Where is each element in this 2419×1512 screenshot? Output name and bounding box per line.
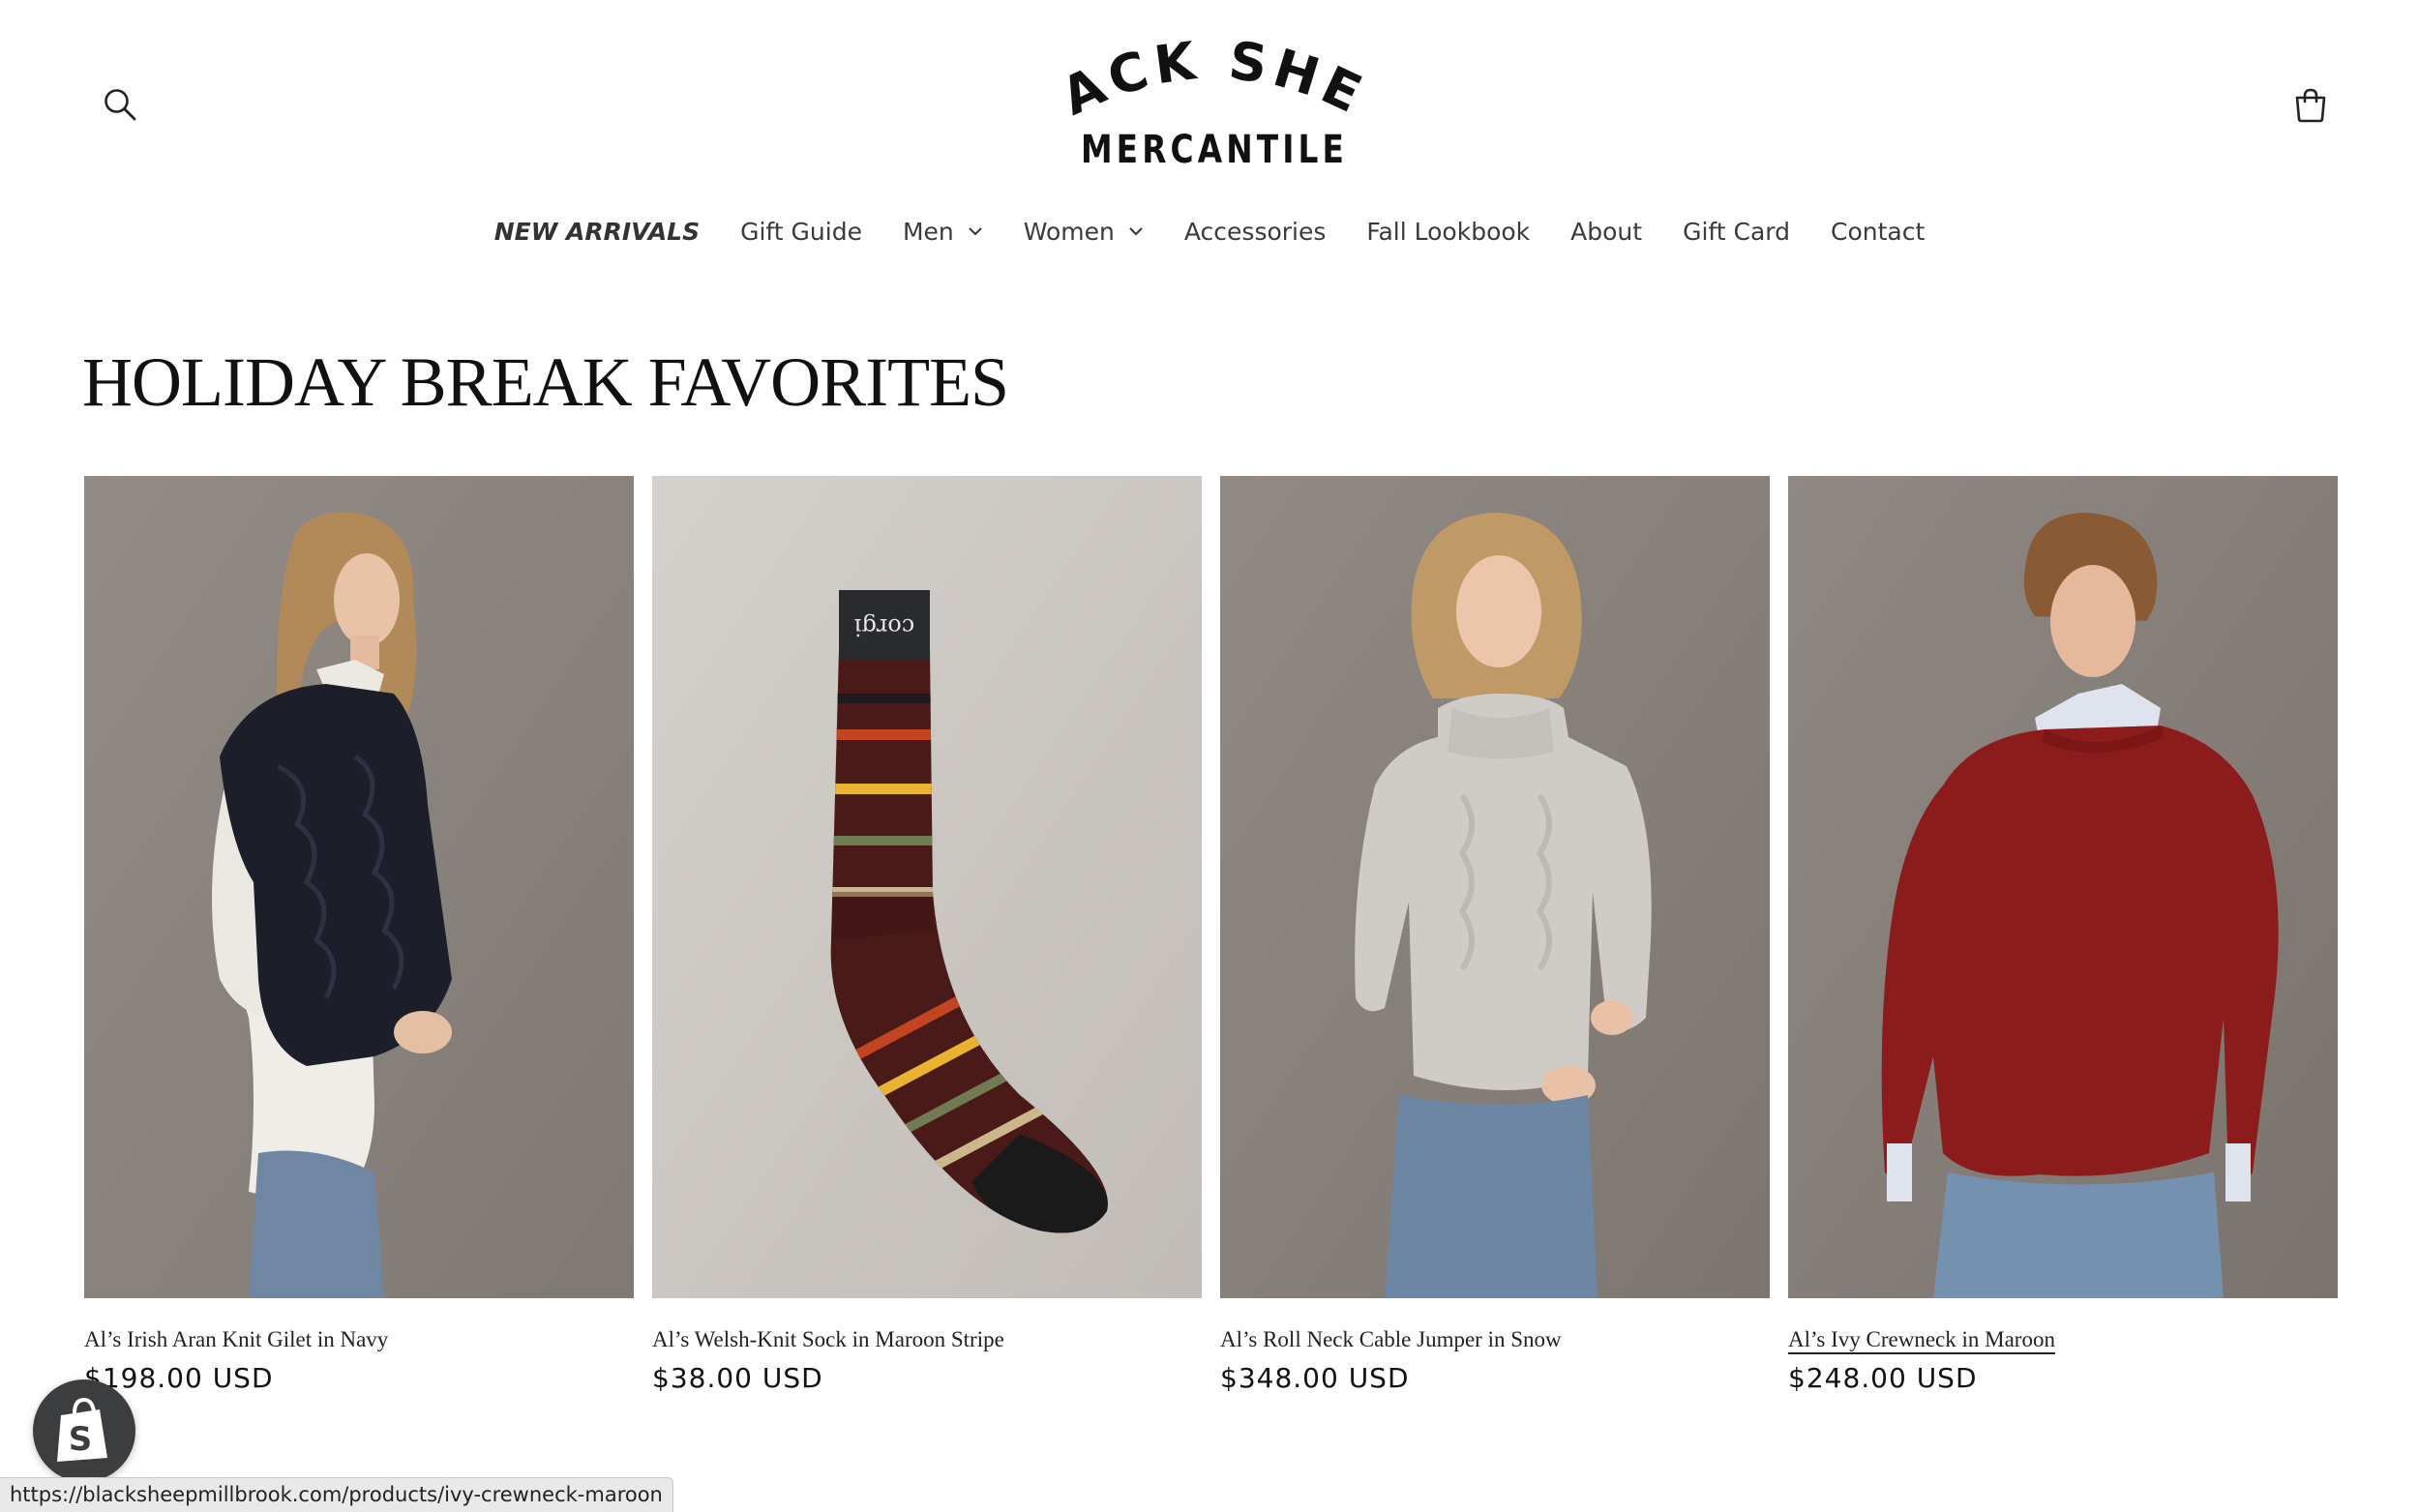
nav-label: Men: [902, 217, 954, 246]
search-button[interactable]: [99, 83, 141, 126]
product-price: $348.00 USD: [1220, 1362, 1410, 1394]
product-image-sock[interactable]: corgi: [652, 476, 1202, 1298]
cart-button[interactable]: [2288, 83, 2333, 128]
nav-label: Fall Lookbook: [1366, 217, 1531, 246]
main-nav: NEW ARRIVALS Gift Guide Men Women Access…: [0, 207, 2419, 255]
nav-label: About: [1570, 217, 1643, 246]
nav-item-fall-lookbook[interactable]: Fall Lookbook: [1366, 218, 1530, 246]
logo-line1: BLACK SHEEP: [1012, 0, 1369, 128]
product-price: $38.00 USD: [652, 1362, 823, 1394]
product-name[interactable]: Al’s Roll Neck Cable Jumper in Snow: [1220, 1327, 1562, 1352]
product-card[interactable]: Al’s Irish Aran Knit Gilet in Navy $198.…: [84, 476, 634, 1394]
product-card[interactable]: Al’s Ivy Crewneck in Maroon $248.00 USD: [1788, 476, 2338, 1394]
nav-item-contact[interactable]: Contact: [1831, 218, 1925, 246]
nav-label: Gift Card: [1683, 217, 1790, 246]
shopify-chat-button[interactable]: S: [33, 1379, 135, 1482]
product-image-gilet[interactable]: [84, 476, 634, 1298]
nav-label: Women: [1023, 217, 1115, 246]
chevron-down-icon: [968, 226, 983, 236]
product-name[interactable]: Al’s Welsh-Knit Sock in Maroon Stripe: [652, 1327, 1004, 1352]
product-price: $248.00 USD: [1788, 1362, 1978, 1394]
shopify-bag-icon: S: [57, 1397, 107, 1462]
nav-item-gift-guide[interactable]: Gift Guide: [740, 218, 862, 246]
site-logo[interactable]: BLACK SHEEP MERCANTILE: [1012, 0, 1393, 182]
chevron-down-icon: [1128, 226, 1144, 236]
nav-item-new-arrivals[interactable]: NEW ARRIVALS: [494, 218, 700, 246]
logo-line2: MERCANTILE: [1080, 128, 1349, 172]
nav-item-women[interactable]: Women: [1024, 218, 1144, 246]
svg-text:BLACK SHEEP: BLACK SHEEP: [1035, 37, 1376, 128]
product-image-jumper[interactable]: [1220, 476, 1770, 1298]
product-name[interactable]: Al’s Ivy Crewneck in Maroon: [1788, 1327, 2055, 1352]
nav-item-gift-card[interactable]: Gift Card: [1683, 218, 1790, 246]
logo-arc-text: BLACK SHEEP: [1012, 0, 1376, 128]
product-name[interactable]: Al’s Irish Aran Knit Gilet in Navy: [84, 1327, 388, 1352]
svg-text:S: S: [69, 1420, 93, 1459]
collection-title: HOLIDAY BREAK FAVORITES: [82, 343, 1009, 421]
search-icon: [105, 89, 136, 121]
nav-item-men[interactable]: Men: [903, 218, 983, 246]
product-card[interactable]: corgi Al’s Welsh-Knit Sock in Maroon Str…: [652, 476, 1202, 1394]
site-header: BLACK SHEEP MERCANTILE NEW ARRIVALS Gift…: [0, 0, 2419, 290]
nav-label: Accessories: [1183, 217, 1327, 246]
nav-label: NEW ARRIVALS: [493, 217, 701, 246]
nav-item-accessories[interactable]: Accessories: [1184, 218, 1327, 246]
browser-status-url: https://blacksheepmillbrook.com/products…: [0, 1477, 673, 1512]
nav-label: Contact: [1831, 217, 1926, 246]
svg-text:corgi: corgi: [853, 613, 914, 640]
nav-label: Gift Guide: [740, 217, 862, 246]
nav-item-about[interactable]: About: [1570, 218, 1642, 246]
product-image-crewneck[interactable]: [1788, 476, 2338, 1298]
product-card[interactable]: Al’s Roll Neck Cable Jumper in Snow $348…: [1220, 476, 1770, 1394]
cart-icon: [2295, 88, 2326, 123]
